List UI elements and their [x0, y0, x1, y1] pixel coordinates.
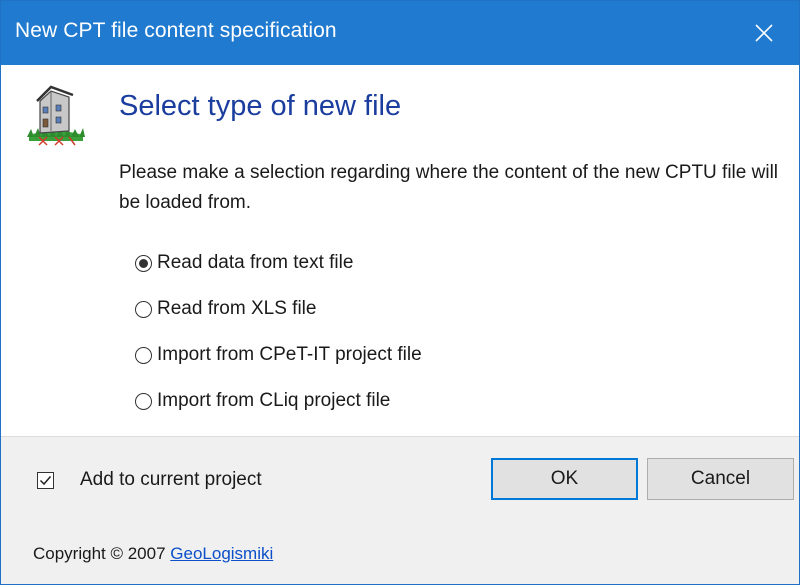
- option-read-text-file[interactable]: Read data from text file: [135, 240, 422, 286]
- ok-button[interactable]: OK: [491, 458, 638, 500]
- option-label: Import from CPeT-IT project file: [157, 344, 422, 365]
- geologismiki-link[interactable]: GeoLogismiki: [170, 544, 273, 563]
- dialog-description: Please make a selection regarding where …: [119, 162, 779, 213]
- check-icon: [39, 475, 52, 485]
- add-to-project-checkbox[interactable]: [37, 471, 54, 489]
- option-read-xls-file[interactable]: Read from XLS file: [135, 286, 422, 332]
- house-on-grass-icon: [27, 85, 85, 146]
- dialog-content: Select type of new file Please make a se…: [1, 65, 799, 436]
- window-title: New CPT file content specification: [15, 19, 337, 42]
- close-icon: [755, 24, 773, 42]
- option-label: Read data from text file: [157, 252, 354, 273]
- divider: [1, 436, 799, 437]
- radio-button[interactable]: [135, 254, 152, 272]
- dialog-window: New CPT file content specification Selec…: [0, 0, 800, 585]
- footer: Copyright © 2007 GeoLogismiki: [33, 544, 273, 564]
- option-label: Read from XLS file: [157, 298, 317, 319]
- cancel-button[interactable]: Cancel: [647, 458, 794, 500]
- option-import-cpet-it[interactable]: Import from CPeT-IT project file: [135, 332, 422, 378]
- close-button[interactable]: [729, 1, 799, 65]
- radio-button[interactable]: [135, 392, 152, 410]
- copyright-text: Copyright © 2007: [33, 544, 166, 563]
- radio-button[interactable]: [135, 346, 152, 364]
- add-to-project-label: Add to current project: [80, 469, 262, 490]
- add-to-project-checkbox-row[interactable]: Add to current project: [37, 469, 262, 491]
- file-type-options: Read data from text file Read from XLS f…: [135, 240, 422, 424]
- option-import-cliq[interactable]: Import from CLiq project file: [135, 378, 422, 424]
- title-bar[interactable]: New CPT file content specification: [1, 1, 799, 65]
- option-label: Import from CLiq project file: [157, 390, 391, 411]
- dialog-heading: Select type of new file: [119, 90, 402, 122]
- radio-button[interactable]: [135, 300, 152, 318]
